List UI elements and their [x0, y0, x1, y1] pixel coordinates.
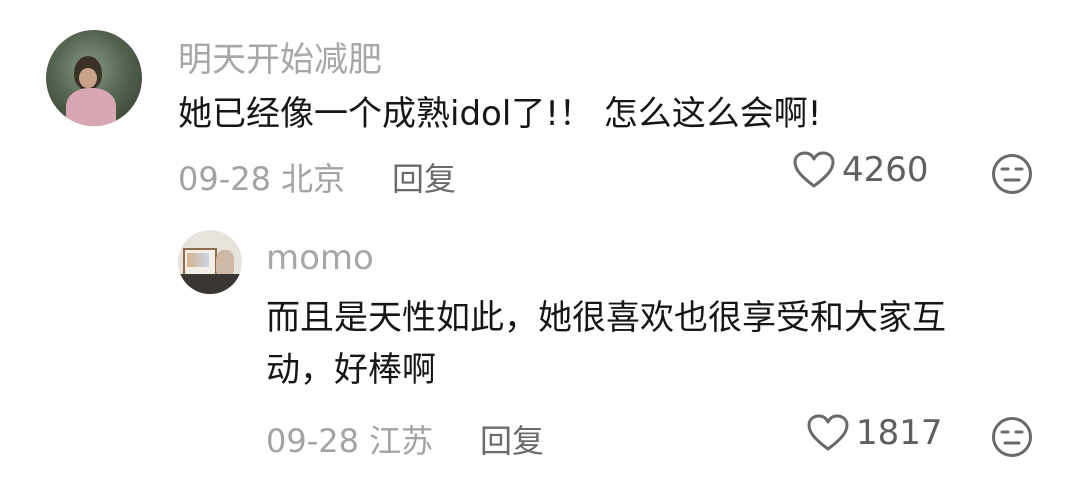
comment-date-location: 09-28 北京 [178, 160, 346, 198]
comment-username[interactable]: 明天开始减肥 [178, 32, 382, 81]
dislike-button[interactable] [990, 152, 1034, 196]
avatar-body [66, 88, 116, 126]
user-avatar[interactable] [178, 230, 242, 294]
reply-button[interactable]: 回复 [480, 416, 544, 462]
avatar-cat [216, 250, 234, 276]
avatar-picture [187, 253, 209, 267]
avatar-face [79, 68, 97, 88]
comment-content: 她已经像一个成熟idol了!！ 怎么这么会啊! [178, 94, 822, 134]
like-button[interactable]: 1817 [806, 413, 943, 453]
like-count: 4260 [842, 150, 929, 190]
reply-button[interactable]: 回复 [392, 154, 456, 200]
user-avatar[interactable] [46, 30, 142, 126]
comment-content: 而且是天性如此，她很喜欢也很享受和大家互 动，好棒啊 [266, 298, 946, 390]
comment-username[interactable]: momo [266, 238, 374, 278]
dislike-button[interactable] [990, 415, 1034, 459]
like-button[interactable]: 4260 [792, 150, 929, 190]
meh-face-icon [992, 417, 1032, 457]
meh-face-icon [992, 154, 1032, 194]
comment-date-location: 09-28 江苏 [266, 422, 434, 460]
heart-outline-icon [807, 414, 849, 451]
avatar-shelf [178, 274, 242, 294]
like-count: 1817 [856, 413, 943, 453]
heart-outline-icon [793, 151, 835, 188]
